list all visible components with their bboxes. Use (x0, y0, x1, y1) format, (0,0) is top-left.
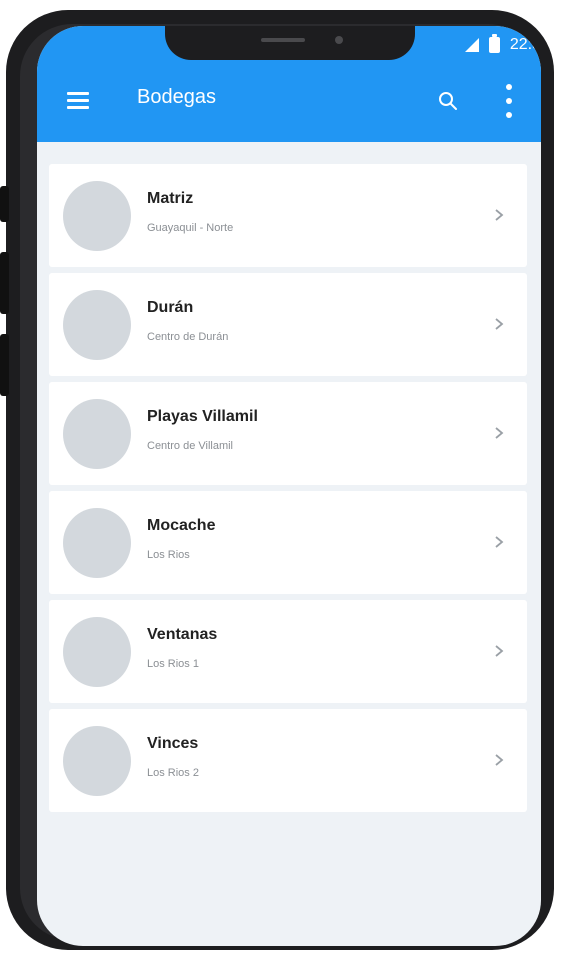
list-item[interactable]: Durán Centro de Durán (49, 273, 527, 376)
list-item-subtitle: Guayaquil - Norte (147, 222, 234, 234)
list-item-title: Mocache (147, 517, 216, 534)
chevron-right-icon (495, 318, 504, 330)
status-time: 22:5 (509, 36, 541, 53)
list-item[interactable]: Playas Villamil Centro de Villamil (49, 382, 527, 485)
phone-side-button (0, 252, 9, 314)
page-title: Bodegas (137, 86, 216, 108)
list-item[interactable]: Matriz Guayaquil - Norte (49, 164, 527, 267)
avatar (63, 508, 131, 578)
avatar (63, 290, 131, 360)
signal-icon (464, 38, 479, 52)
list-item-title: Playas Villamil (147, 408, 258, 425)
phone-notch (165, 26, 415, 60)
camera-icon (335, 36, 343, 44)
phone-side-button (0, 186, 9, 222)
phone-side-button (0, 334, 9, 396)
more-vert-icon[interactable] (501, 84, 517, 120)
chevron-right-icon (495, 209, 504, 221)
list-item-title: Ventanas (147, 626, 218, 643)
menu-icon[interactable] (67, 92, 89, 110)
list-item[interactable]: Mocache Los Rios (49, 491, 527, 594)
list-item-subtitle: Los Rios 2 (147, 767, 199, 779)
avatar (63, 726, 131, 796)
list-item-subtitle: Centro de Durán (147, 331, 229, 343)
device-mockup: 22:5 Bodegas Matriz Guayaquil - Norte Du… (0, 0, 561, 957)
list-item-title: Durán (147, 299, 194, 316)
avatar (63, 181, 131, 251)
speaker-icon (261, 38, 305, 42)
list-item-subtitle: Los Rios 1 (147, 658, 199, 670)
list-item-title: Matriz (147, 190, 194, 207)
battery-icon (488, 34, 500, 53)
chevron-right-icon (495, 427, 504, 439)
list-item-title: Vinces (147, 735, 199, 752)
list-item-subtitle: Los Rios (147, 549, 190, 561)
list-item-subtitle: Centro de Villamil (147, 440, 234, 452)
avatar (63, 617, 131, 687)
search-icon[interactable] (437, 90, 459, 112)
warehouse-list: Matriz Guayaquil - Norte Durán Centro de… (49, 164, 527, 818)
app-screen: 22:5 Bodegas Matriz Guayaquil - Norte Du… (37, 26, 541, 946)
chevron-right-icon (495, 645, 504, 657)
chevron-right-icon (495, 536, 504, 548)
status-icons: 22:5 (464, 30, 541, 60)
app-bar: Bodegas (37, 62, 541, 142)
list-item[interactable]: Ventanas Los Rios 1 (49, 600, 527, 703)
list-item[interactable]: Vinces Los Rios 2 (49, 709, 527, 812)
chevron-right-icon (495, 754, 504, 766)
avatar (63, 399, 131, 469)
